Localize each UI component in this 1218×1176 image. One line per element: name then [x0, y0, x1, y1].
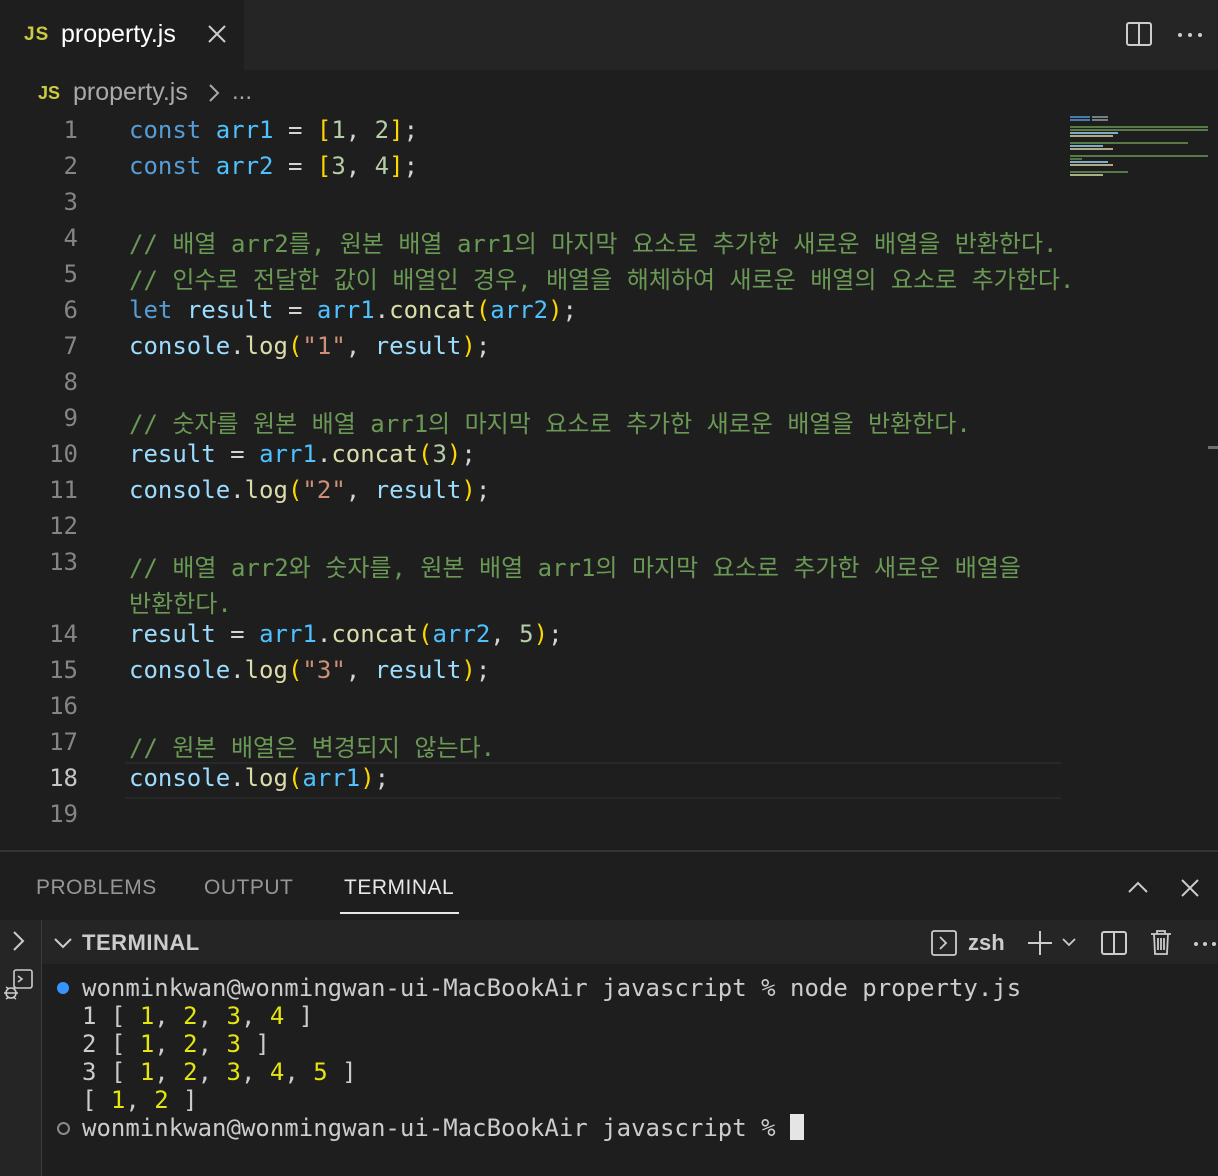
code-line: const arr1 = [1, 2]; [129, 116, 419, 144]
terminal-command-line: wonminkwan@wonmingwan-ui-MacBookAir java… [82, 974, 1022, 1002]
split-editor-icon[interactable] [1125, 20, 1153, 53]
line-number: 14 [49, 620, 78, 648]
code-comment-wrapped: 반환한다. [129, 590, 232, 618]
breadcrumb-more[interactable]: ... [232, 78, 252, 106]
code-line: result = arr1.concat(3); [129, 440, 476, 468]
line-number: 4 [63, 224, 78, 252]
terminal-output-line: 2 [ 1, 2, 3 ] [82, 1030, 270, 1058]
more-actions-icon[interactable] [1176, 20, 1204, 53]
breadcrumb-file[interactable]: property.js [73, 78, 188, 107]
line-number: 15 [49, 656, 78, 684]
close-tab-icon[interactable] [205, 22, 229, 46]
line-number: 9 [63, 404, 78, 432]
terminal-section-title: TERMINAL [82, 930, 200, 955]
shell-name[interactable]: zsh [968, 930, 1005, 956]
code-comment: // 인수로 전달한 값이 배열인 경우, 배열을 해체하여 새로운 배열의 요… [129, 266, 1075, 294]
javascript-file-icon: JS [24, 24, 50, 45]
close-panel-icon[interactable] [1178, 876, 1202, 905]
line-number: 7 [63, 332, 78, 360]
minimap[interactable] [1068, 114, 1208, 194]
maximize-panel-icon[interactable] [1126, 876, 1150, 905]
more-actions-icon[interactable] [1192, 929, 1218, 962]
editor-tab-bar: JS property.js [0, 0, 1218, 70]
prompt-idle-dot [57, 1122, 70, 1135]
terminal-output-line: 3 [ 1, 2, 3, 4, 5 ] [82, 1058, 357, 1086]
code-line: result = arr1.concat(arr2, 5); [129, 620, 563, 648]
line-number: 5 [63, 260, 78, 288]
terminal-output-line: [ 1, 2 ] [82, 1086, 198, 1114]
code-line: console.log("1", result); [129, 332, 491, 360]
code-line: const arr2 = [3, 4]; [129, 152, 419, 180]
terminal-prompt-line: wonminkwan@wonmingwan-ui-MacBookAir java… [82, 1114, 805, 1142]
line-number: 6 [63, 296, 78, 324]
scrollbar-marker[interactable] [1208, 446, 1218, 449]
tab-terminal[interactable]: TERMINAL [344, 876, 454, 900]
chevron-right-icon [206, 80, 222, 111]
code-comment: // 배열 arr2와 숫자를, 원본 배열 arr1의 마지막 요소로 추가한… [129, 554, 1021, 582]
chevron-down-icon[interactable] [52, 932, 74, 959]
active-tab-indicator [340, 912, 459, 914]
line-number: 19 [49, 800, 78, 828]
code-comment: // 숫자를 원본 배열 arr1의 마지막 요소로 추가한 새로운 배열을 반… [129, 410, 971, 438]
command-success-dot [57, 982, 69, 994]
debug-terminal-icon[interactable] [2, 968, 36, 1007]
line-number: 13 [49, 548, 78, 576]
terminal-output[interactable]: wonminkwan@wonmingwan-ui-MacBookAir java… [42, 964, 1218, 1176]
new-terminal-icon[interactable] [1026, 929, 1054, 962]
terminal-side-strip [0, 920, 42, 1176]
line-number: 12 [49, 512, 78, 540]
tab-label: property.js [61, 20, 176, 48]
terminal-header: TERMINAL zsh [42, 920, 1218, 964]
code-line: console.log("2", result); [129, 476, 491, 504]
line-number: 10 [49, 440, 78, 468]
bottom-panel: PROBLEMS OUTPUT TERMINAL TERMINAL zsh wo… [0, 850, 1218, 1176]
code-line-active: console.log(arr1); [129, 764, 390, 792]
terminal-cursor [790, 1114, 805, 1140]
trash-icon[interactable] [1148, 928, 1174, 961]
line-number: 8 [63, 368, 78, 396]
terminal-shell-icon [930, 929, 958, 962]
code-line: let result = arr1.concat(arr2); [129, 296, 577, 324]
javascript-file-icon: JS [38, 83, 61, 103]
code-comment: // 원본 배열은 변경되지 않는다. [129, 734, 496, 762]
line-number: 2 [63, 152, 78, 180]
line-number: 16 [49, 692, 78, 720]
tab-output[interactable]: OUTPUT [204, 876, 293, 900]
line-number: 1 [63, 116, 78, 144]
chevron-right-icon[interactable] [8, 928, 30, 959]
line-number-active: 18 [49, 764, 78, 792]
tab-problems[interactable]: PROBLEMS [36, 876, 157, 900]
code-editor[interactable]: 1 2 3 4 5 6 7 8 9 10 11 12 13 14 15 16 1… [0, 114, 1218, 850]
code-line: console.log("3", result); [129, 656, 491, 684]
code-comment: // 배열 arr2를, 원본 배열 arr1의 마지막 요소로 추가한 새로운… [129, 230, 1058, 258]
terminal-output-line: 1 [ 1, 2, 3, 4 ] [82, 1002, 314, 1030]
split-terminal-icon[interactable] [1100, 929, 1128, 962]
tab-property-js[interactable]: JS property.js [0, 0, 244, 70]
line-number: 11 [49, 476, 78, 504]
terminal-dropdown-icon[interactable] [1060, 933, 1078, 956]
line-number: 3 [63, 188, 78, 216]
breadcrumb: JS property.js ... [0, 70, 1218, 114]
line-number: 17 [49, 728, 78, 756]
